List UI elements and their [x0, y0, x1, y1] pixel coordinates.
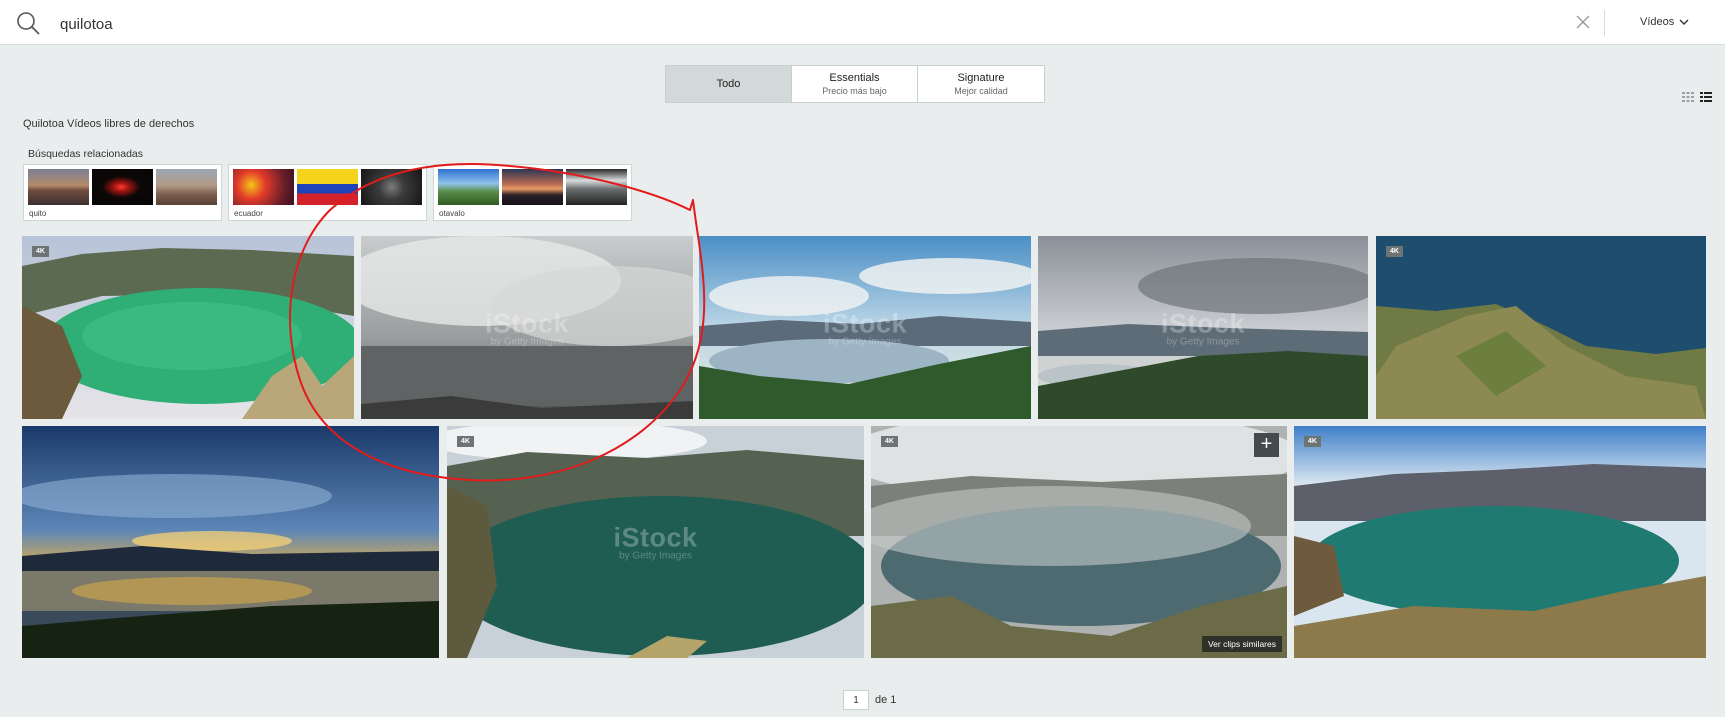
- related-search-name: ecuador: [234, 209, 263, 218]
- grid-view-icon[interactable]: [1682, 92, 1694, 102]
- chevron-down-icon: [1679, 19, 1689, 25]
- related-thumbnails: [229, 165, 426, 205]
- clip-thumbnail: [447, 426, 864, 658]
- related-searches-label: Búsquedas relacionadas: [28, 148, 143, 160]
- divider: [1604, 10, 1605, 36]
- media-type-label: Vídeos: [1640, 16, 1675, 28]
- tab-essentials[interactable]: Essentials Precio más bajo: [792, 66, 918, 102]
- video-clip[interactable]: iStock by Getty Images: [699, 236, 1031, 419]
- video-clip[interactable]: [22, 426, 439, 658]
- add-to-board-button[interactable]: +: [1254, 433, 1279, 457]
- video-clip[interactable]: iStock by Getty Images: [361, 236, 693, 419]
- page-title: Quilotoa Vídeos libres de derechos: [23, 118, 195, 130]
- clip-thumbnail: [1376, 236, 1706, 419]
- media-type-select[interactable]: Vídeos: [1640, 16, 1689, 28]
- related-thumbnails: [24, 165, 221, 205]
- page-number-input[interactable]: [843, 690, 869, 710]
- video-clip[interactable]: 4K: [1294, 426, 1706, 658]
- tab-signature[interactable]: Signature Mejor calidad: [918, 66, 1044, 102]
- clip-thumbnail: [22, 426, 439, 658]
- video-clip[interactable]: iStock by Getty Images: [1038, 236, 1368, 419]
- page-total-label: de 1: [875, 694, 897, 706]
- search-icon[interactable]: [16, 11, 40, 35]
- clip-thumbnail: [22, 236, 354, 419]
- 4k-badge: 4K: [32, 246, 49, 257]
- tab-sublabel: Precio más bajo: [822, 86, 887, 96]
- clip-thumbnail: [871, 426, 1287, 658]
- video-clip[interactable]: 4K: [1376, 236, 1706, 419]
- close-icon[interactable]: [1576, 15, 1590, 29]
- clip-thumbnail: [361, 236, 693, 419]
- related-search-name: quito: [29, 209, 47, 218]
- video-clip[interactable]: 4K iStock by Getty Images: [447, 426, 864, 658]
- clip-thumbnail: [1038, 236, 1368, 419]
- related-thumbnails: [434, 165, 631, 205]
- 4k-badge: 4K: [457, 436, 474, 447]
- tab-sublabel: Mejor calidad: [954, 86, 1008, 96]
- clip-thumbnail: [1294, 426, 1706, 658]
- 4k-badge: 4K: [1304, 436, 1321, 447]
- 4k-badge: 4K: [881, 436, 898, 447]
- 4k-badge: 4K: [1386, 246, 1403, 257]
- tab-todo[interactable]: Todo: [666, 66, 792, 102]
- video-clip[interactable]: 4K + Ver clips similares: [871, 426, 1287, 658]
- related-search-ecuador[interactable]: ecuador: [228, 164, 427, 221]
- related-search-name: otavalo: [439, 209, 465, 218]
- license-tabs: Todo Essentials Precio más bajo Signatur…: [665, 65, 1045, 103]
- related-search-quito[interactable]: quito: [23, 164, 222, 221]
- video-clip[interactable]: 4K: [22, 236, 354, 419]
- list-view-icon[interactable]: [1700, 92, 1712, 102]
- related-search-otavalo[interactable]: otavalo: [433, 164, 632, 221]
- search-input[interactable]: [60, 13, 1460, 35]
- pagination: de 1: [843, 690, 896, 710]
- tab-label: Signature: [957, 72, 1005, 84]
- similar-clips-button[interactable]: Ver clips similares: [1201, 636, 1282, 652]
- search-bar: Vídeos: [0, 0, 1725, 45]
- tab-label: Todo: [716, 78, 741, 90]
- clip-thumbnail: [699, 236, 1031, 419]
- tab-label: Essentials: [829, 72, 880, 84]
